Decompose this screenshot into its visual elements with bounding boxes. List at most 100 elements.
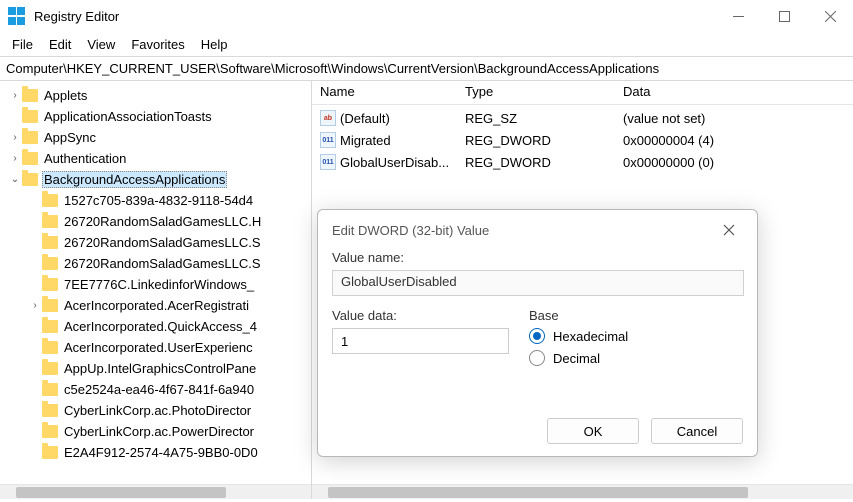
- collapse-icon[interactable]: ⌄: [8, 174, 22, 185]
- tree-item-label: 7EE7776C.LinkedinforWindows_: [62, 277, 256, 292]
- binary-value-icon: 011: [320, 132, 336, 148]
- folder-icon: [22, 110, 38, 123]
- dialog-close-button[interactable]: [715, 216, 743, 244]
- menu-favorites[interactable]: Favorites: [123, 34, 192, 55]
- tree-hscrollbar[interactable]: [0, 484, 311, 499]
- tree-item-label: E2A4F912-2574-4A75-9BB0-0D0: [62, 445, 260, 460]
- folder-icon: [42, 320, 58, 333]
- value-type: REG_SZ: [457, 111, 615, 126]
- list-item[interactable]: 011GlobalUserDisab...REG_DWORD0x00000000…: [312, 151, 853, 173]
- folder-icon: [42, 299, 58, 312]
- value-type: REG_DWORD: [457, 155, 615, 170]
- value-name: Migrated: [340, 133, 391, 148]
- folder-icon: [42, 446, 58, 459]
- tree-item[interactable]: 7EE7776C.LinkedinforWindows_: [2, 274, 311, 295]
- dialog-title: Edit DWORD (32-bit) Value: [332, 223, 489, 238]
- hex-label: Hexadecimal: [553, 329, 628, 344]
- folder-icon: [42, 404, 58, 417]
- tree-item-label: 26720RandomSaladGamesLLC.S: [62, 235, 263, 250]
- folder-icon: [42, 383, 58, 396]
- tree-item[interactable]: AcerIncorporated.UserExperienc: [2, 337, 311, 358]
- cancel-button[interactable]: Cancel: [651, 418, 743, 444]
- tree-item[interactable]: CyberLinkCorp.ac.PhotoDirector: [2, 400, 311, 421]
- regedit-icon: [8, 7, 26, 25]
- col-data[interactable]: Data: [615, 81, 853, 104]
- tree-item-label: 26720RandomSaladGamesLLC.H: [62, 214, 263, 229]
- menu-help[interactable]: Help: [193, 34, 236, 55]
- tree-item[interactable]: 26720RandomSaladGamesLLC.H: [2, 211, 311, 232]
- folder-icon: [22, 131, 38, 144]
- folder-icon: [42, 362, 58, 375]
- string-value-icon: ab: [320, 110, 336, 126]
- radio-hexadecimal[interactable]: [529, 328, 545, 344]
- value-name: (Default): [340, 111, 390, 126]
- tree-item[interactable]: › Authentication: [2, 148, 311, 169]
- menubar: File Edit View Favorites Help: [0, 32, 853, 56]
- dec-label: Decimal: [553, 351, 600, 366]
- titlebar: Registry Editor: [0, 0, 853, 32]
- window-title: Registry Editor: [34, 9, 119, 24]
- minimize-button[interactable]: [715, 0, 761, 32]
- tree-item-label: Authentication: [42, 151, 128, 166]
- tree-item[interactable]: 26720RandomSaladGamesLLC.S: [2, 253, 311, 274]
- tree-item-label: AcerIncorporated.QuickAccess_4: [62, 319, 259, 334]
- list-item[interactable]: ab (Default) REG_SZ(value not set): [312, 107, 853, 129]
- tree-item[interactable]: AcerIncorporated.QuickAccess_4: [2, 316, 311, 337]
- folder-icon: [42, 257, 58, 270]
- tree-item[interactable]: c5e2524a-ea46-4f67-841f-6a940: [2, 379, 311, 400]
- ok-button[interactable]: OK: [547, 418, 639, 444]
- folder-icon: [42, 341, 58, 354]
- tree-item[interactable]: ApplicationAssociationToasts: [2, 106, 311, 127]
- col-type[interactable]: Type: [457, 81, 615, 104]
- tree-item-label: Applets: [42, 88, 89, 103]
- tree-item-label: CyberLinkCorp.ac.PowerDirector: [62, 424, 256, 439]
- expand-icon[interactable]: ›: [28, 300, 42, 311]
- address-bar[interactable]: Computer\HKEY_CURRENT_USER\Software\Micr…: [0, 56, 853, 81]
- folder-icon: [22, 89, 38, 102]
- tree-item[interactable]: ⌄ BackgroundAccessApplications: [2, 169, 311, 190]
- tree-item[interactable]: 26720RandomSaladGamesLLC.S: [2, 232, 311, 253]
- tree-item-label: 26720RandomSaladGamesLLC.S: [62, 256, 263, 271]
- tree-item-label: AppUp.IntelGraphicsControlPane: [62, 361, 258, 376]
- folder-icon: [42, 425, 58, 438]
- tree-item[interactable]: › AcerIncorporated.AcerRegistrati: [2, 295, 311, 316]
- value-data-field[interactable]: [332, 328, 509, 354]
- value-name-field[interactable]: GlobalUserDisabled: [332, 270, 744, 296]
- list-item[interactable]: 011MigratedREG_DWORD0x00000004 (4): [312, 129, 853, 151]
- expand-icon[interactable]: ›: [8, 132, 22, 143]
- value-data: 0x00000004 (4): [615, 133, 853, 148]
- folder-icon: [42, 236, 58, 249]
- menu-view[interactable]: View: [79, 34, 123, 55]
- folder-icon: [42, 194, 58, 207]
- tree-item[interactable]: AppUp.IntelGraphicsControlPane: [2, 358, 311, 379]
- expand-icon[interactable]: ›: [8, 90, 22, 101]
- tree-item[interactable]: ›AppSync: [2, 127, 311, 148]
- tree-item-label: BackgroundAccessApplications: [42, 171, 227, 188]
- col-name[interactable]: Name: [312, 81, 457, 104]
- tree-item[interactable]: E2A4F912-2574-4A75-9BB0-0D0: [2, 442, 311, 463]
- close-button[interactable]: [807, 0, 853, 32]
- tree-item[interactable]: › Applets: [2, 85, 311, 106]
- tree-item-label: AcerIncorporated.AcerRegistrati: [62, 298, 251, 313]
- value-name-label: Value name:: [332, 250, 743, 265]
- value-data: (value not set): [615, 111, 853, 126]
- folder-icon: [22, 152, 38, 165]
- list-header: Name Type Data: [312, 81, 853, 105]
- value-data: 0x00000000 (0): [615, 155, 853, 170]
- tree-item-label: CyberLinkCorp.ac.PhotoDirector: [62, 403, 253, 418]
- tree-item-label: AcerIncorporated.UserExperienc: [62, 340, 255, 355]
- value-data-label: Value data:: [332, 308, 509, 323]
- menu-file[interactable]: File: [4, 34, 41, 55]
- folder-icon: [42, 278, 58, 291]
- menu-edit[interactable]: Edit: [41, 34, 79, 55]
- tree-item[interactable]: 1527c705-839a-4832-9118-54d4: [2, 190, 311, 211]
- list-hscrollbar[interactable]: [312, 484, 853, 499]
- folder-icon: [22, 173, 38, 186]
- edit-dword-dialog: Edit DWORD (32-bit) Value Value name: Gl…: [317, 209, 758, 457]
- maximize-button[interactable]: [761, 0, 807, 32]
- value-name: GlobalUserDisab...: [340, 155, 449, 170]
- expand-icon[interactable]: ›: [8, 153, 22, 164]
- base-label: Base: [529, 308, 743, 323]
- radio-decimal[interactable]: [529, 350, 545, 366]
- tree-item[interactable]: CyberLinkCorp.ac.PowerDirector: [2, 421, 311, 442]
